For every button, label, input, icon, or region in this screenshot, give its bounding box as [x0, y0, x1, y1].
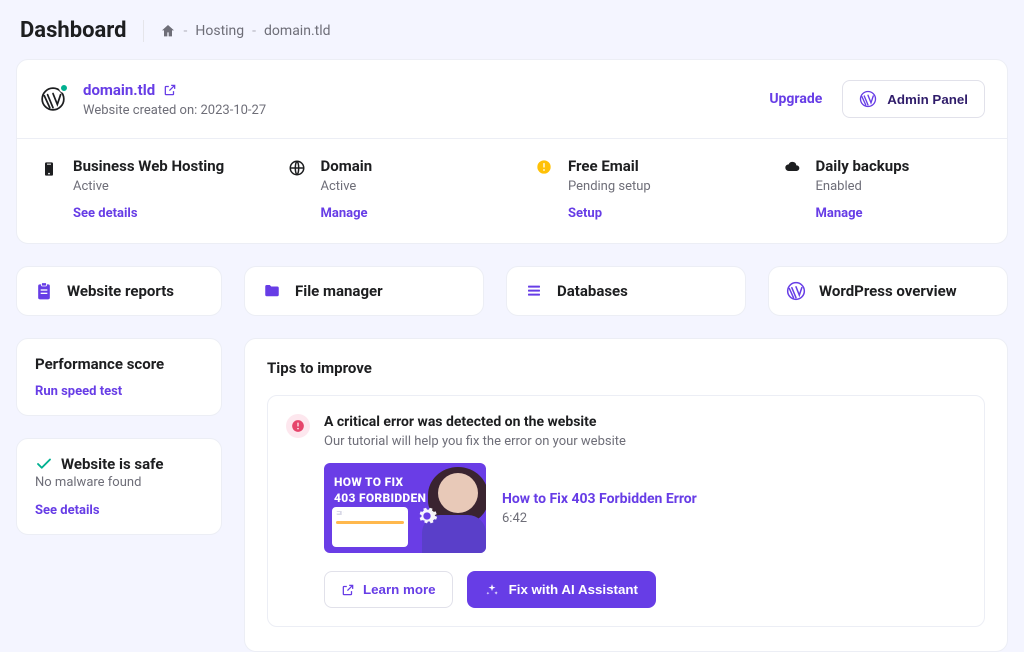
website-safe-title: Website is safe — [61, 455, 163, 473]
admin-panel-button[interactable]: Admin Panel — [842, 80, 985, 118]
warning-icon — [534, 157, 554, 221]
fix-ai-label: Fix with AI Assistant — [509, 582, 638, 597]
database-icon — [523, 283, 545, 299]
hosting-status-cell: Business Web Hosting Active See details — [17, 139, 265, 243]
run-speed-test-link[interactable]: Run speed test — [35, 384, 122, 399]
upgrade-link[interactable]: Upgrade — [769, 91, 822, 107]
hosting-status: Active — [73, 179, 224, 194]
databases-card[interactable]: Databases — [506, 266, 746, 316]
backups-manage-link[interactable]: Manage — [816, 206, 863, 221]
tip-sub: Our tutorial will help you fix the error… — [324, 434, 626, 449]
external-link-icon[interactable] — [163, 83, 177, 97]
website-reports-label: Website reports — [67, 282, 174, 300]
domain-title: Domain — [321, 157, 373, 175]
website-reports-card[interactable]: Website reports — [16, 266, 222, 316]
alert-icon — [286, 414, 310, 438]
email-status-cell: Free Email Pending setup Setup — [512, 139, 760, 243]
wordpress-icon — [39, 85, 67, 113]
learn-more-label: Learn more — [363, 582, 436, 597]
performance-card: Performance score Run speed test — [16, 338, 222, 416]
file-manager-label: File manager — [295, 282, 383, 300]
site-domain-link[interactable]: domain.tld — [83, 81, 155, 99]
hosting-title: Business Web Hosting — [73, 157, 224, 175]
hosting-see-details-link[interactable]: See details — [73, 206, 138, 221]
wordpress-overview-label: WordPress overview — [819, 282, 957, 300]
breadcrumb-sep: - — [184, 23, 188, 39]
tutorial-duration: 6:42 — [502, 511, 697, 526]
breadcrumb: - Hosting - domain.tld — [160, 23, 331, 39]
tip-item: A critical error was detected on the web… — [267, 395, 985, 627]
file-manager-card[interactable]: File manager — [244, 266, 484, 316]
breadcrumb-hosting[interactable]: Hosting — [195, 23, 244, 39]
website-safe-card: Website is safe No malware found See det… — [16, 438, 222, 535]
domain-status-cell: Domain Active Manage — [265, 139, 513, 243]
thumbnail-text: HOW TO FIX 403 FORBIDDEN ERROR — [334, 475, 426, 522]
site-overview-card: domain.tld Website created on: 2023-10-2… — [16, 59, 1008, 244]
tutorial-thumbnail[interactable]: HOW TO FIX 403 FORBIDDEN ERROR — [324, 463, 486, 553]
performance-title: Performance score — [35, 355, 203, 373]
wordpress-overview-card[interactable]: WordPress overview — [768, 266, 1008, 316]
page-title: Dashboard — [20, 18, 127, 43]
safety-see-details-link[interactable]: See details — [35, 503, 100, 518]
home-icon[interactable] — [160, 23, 176, 39]
external-link-icon — [341, 583, 355, 597]
backups-status: Enabled — [816, 179, 910, 194]
website-safe-sub: No malware found — [35, 475, 203, 490]
hosting-icon — [39, 157, 59, 221]
domain-status: Active — [321, 179, 373, 194]
breadcrumb-sep: - — [252, 23, 256, 39]
fix-ai-button[interactable]: Fix with AI Assistant — [467, 571, 656, 608]
wordpress-icon — [785, 281, 807, 301]
breadcrumb-domain[interactable]: domain.tld — [264, 23, 330, 39]
databases-label: Databases — [557, 282, 628, 300]
tips-heading: Tips to improve — [267, 359, 985, 377]
email-status: Pending setup — [568, 179, 651, 194]
learn-more-button[interactable]: Learn more — [324, 571, 453, 608]
backups-status-cell: Daily backups Enabled Manage — [760, 139, 1008, 243]
wordpress-icon — [859, 90, 877, 108]
tips-card: Tips to improve A critical error was det… — [244, 338, 1008, 652]
folder-icon — [261, 282, 283, 300]
tip-title: A critical error was detected on the web… — [324, 414, 626, 430]
cloud-icon — [782, 157, 802, 221]
email-setup-link[interactable]: Setup — [568, 206, 602, 221]
check-icon — [35, 455, 53, 473]
clipboard-icon — [33, 281, 55, 301]
domain-manage-link[interactable]: Manage — [321, 206, 368, 221]
divider — [143, 20, 144, 42]
backups-title: Daily backups — [816, 157, 910, 175]
site-created-label: Website created on: 2023-10-27 — [83, 103, 266, 118]
tutorial-title-link[interactable]: How to Fix 403 Forbidden Error — [502, 491, 697, 507]
globe-icon — [287, 157, 307, 221]
admin-panel-label: Admin Panel — [887, 92, 968, 107]
sparkle-icon — [485, 583, 499, 597]
email-title: Free Email — [568, 157, 651, 175]
